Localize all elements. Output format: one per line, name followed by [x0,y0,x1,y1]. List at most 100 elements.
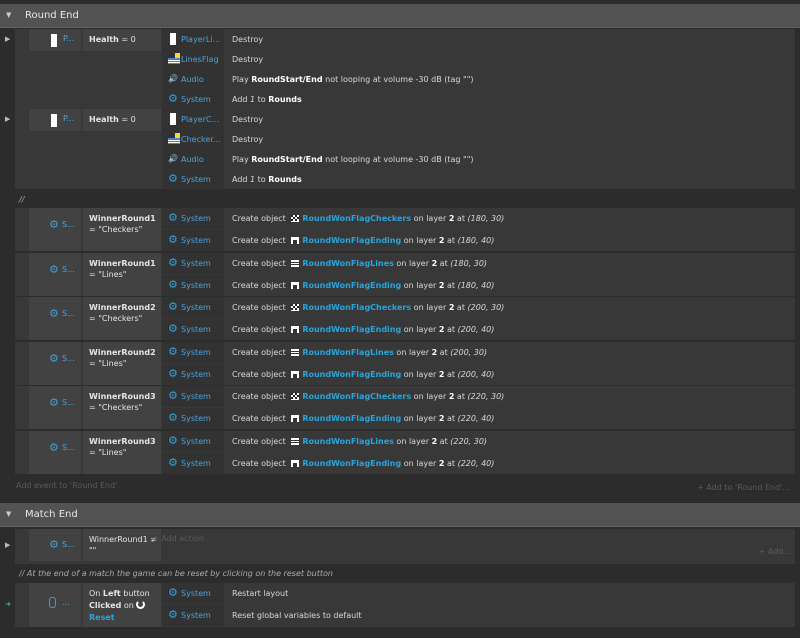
action-object-link[interactable]: RoundWonFlagEnding [302,325,401,334]
action-object[interactable]: Checker... [162,129,224,149]
action-row[interactable]: PlayerC... Destroy [162,109,795,129]
action-text[interactable]: Destroy [232,115,263,124]
condition-cell[interactable]: Health = 0 [83,109,161,131]
action-text[interactable]: Create object RoundWonFlagEnding on laye… [232,325,494,334]
action-row[interactable]: ⚙ System Create object RoundWonFlagLines o… [162,341,795,363]
expand-arrow-icon[interactable]: ▶ [5,541,10,549]
event-block[interactable]: ▶ P... Health = 0 PlayerLi... Destroy LinesFl… [5,29,795,109]
condition-cell[interactable]: WinnerRound2 = "Lines" [83,341,161,385]
condition-cell[interactable]: WinnerRound2 = "Checkers" [83,297,161,340]
action-text[interactable]: Create object RoundWonFlagLines on layer… [232,348,487,357]
action-row[interactable]: ⚙ System Create object RoundWonFlagLines o… [162,252,795,274]
action-object-link[interactable]: RoundWonFlagEnding [302,236,401,245]
event-object-cell[interactable]: ⚙ S... [29,208,81,251]
action-object[interactable]: PlayerC... [162,109,224,129]
event-block[interactable]: ➜... On Left button Clicked on Reset ⚙ Syste… [5,583,795,627]
group-header-match-end[interactable]: ▼ Match End [0,503,800,527]
action-object[interactable]: ⚙ System [162,252,224,274]
action-object[interactable]: ⚙ System [162,408,224,429]
action-text[interactable]: Destroy [232,135,263,144]
action-row[interactable]: ⚙ System Create object RoundWonFlagEnding … [162,319,795,340]
separator-comment[interactable]: // [19,195,24,204]
action-object-link[interactable]: RoundWonFlagLines [302,437,394,446]
event-object-cell[interactable]: ⚙ S... [29,252,81,296]
event-object-cell[interactable]: ⚙ S... [29,386,81,429]
add-to-link[interactable]: + Add to 'Round End'... [697,483,790,492]
action-text[interactable]: Create object RoundWonFlagEnding on laye… [232,236,494,245]
action-object[interactable]: ⚙ System [162,363,224,385]
action-object[interactable]: ⚙ System [162,605,224,626]
action-row[interactable]: ⚙ System Create object RoundWonFlagEnding … [162,408,795,429]
action-object-link[interactable]: RoundWonFlagCheckers [302,214,411,223]
event-block[interactable]: ⚙ S... WinnerRound1 = "Checkers" ⚙ System Crea… [15,208,795,251]
action-text[interactable]: Create object RoundWonFlagEnding on laye… [232,459,494,468]
action-row[interactable]: ⚙ System Add 1 to Rounds [162,89,795,109]
action-object[interactable]: ⚙ System [162,386,224,407]
collapse-arrow-icon[interactable]: ▼ [6,510,11,518]
action-object-link[interactable]: RoundWonFlagCheckers [302,303,411,312]
event-block[interactable]: ⚙ S... WinnerRound3 = "Lines" ⚙ System Create … [15,430,795,474]
event-block[interactable]: ▶ ⚙ S... WinnerRound1 ≠ "" + Add action + Add.… [5,529,795,564]
action-text[interactable]: Create object RoundWonFlagEnding on laye… [232,370,494,379]
action-row[interactable]: ⚙ System Create object RoundWonFlagLines o… [162,430,795,452]
action-text[interactable]: Destroy [232,35,263,44]
action-object[interactable]: 🔊 Audio [162,69,224,89]
action-text[interactable]: Create object RoundWonFlagCheckers on la… [232,392,504,401]
action-row[interactable]: ⚙ System Create object RoundWonFlagEnding … [162,452,795,474]
action-object[interactable]: ⚙ System [162,583,224,604]
action-row[interactable]: ⚙ System Reset global variables to default [162,605,795,626]
action-row[interactable]: ⚙ System Create object RoundWonFlagEnding … [162,274,795,296]
action-object-link[interactable]: RoundWonFlagCheckers [302,392,411,401]
action-object[interactable]: ⚙ System [162,430,224,452]
action-text[interactable]: Create object RoundWonFlagCheckers on la… [232,214,504,223]
condition-cell[interactable]: WinnerRound1 = "Checkers" [83,208,161,251]
collapse-arrow-icon[interactable]: ▼ [6,11,11,19]
action-object[interactable]: LinesFlag [162,49,224,69]
event-object-cell[interactable]: ⚙ S... [29,529,81,561]
condition-cell[interactable]: WinnerRound3 = "Checkers" [83,386,161,429]
action-object[interactable]: ⚙ System [162,230,224,251]
event-block[interactable]: ⚙ S... WinnerRound1 = "Lines" ⚙ System Create … [15,252,795,296]
action-object-link[interactable]: RoundWonFlagEnding [302,414,401,423]
event-object-cell[interactable]: ⚙ S... [29,341,81,385]
action-object[interactable]: ⚙ System [162,208,224,229]
action-object[interactable]: ⚙ System [162,319,224,340]
event-block[interactable]: ⚙ S... WinnerRound2 = "Lines" ⚙ System Create … [15,341,795,385]
condition-cell[interactable]: On Left button Clicked on Reset [83,583,161,627]
action-text[interactable]: Create object RoundWonFlagCheckers on la… [232,303,504,312]
action-row[interactable]: ⚙ System Create object RoundWonFlagEnding … [162,363,795,385]
condition-cell[interactable]: Health = 0 [83,29,161,51]
action-row[interactable]: ⚙ System Create object RoundWonFlagChecker… [162,297,795,318]
action-text[interactable]: Create object RoundWonFlagLines on layer… [232,437,487,446]
action-text[interactable]: Add 1 to Rounds [232,175,302,184]
group-header-round-end[interactable]: ▼ Round End [0,4,800,28]
action-row[interactable]: 🔊 Audio Play RoundStart/End not looping at… [162,69,795,89]
action-row[interactable]: ⚙ System Create object RoundWonFlagEnding … [162,230,795,251]
action-object[interactable]: ⚙ System [162,297,224,318]
action-text[interactable]: Create object RoundWonFlagEnding on laye… [232,414,494,423]
event-object-cell[interactable]: P... [29,109,81,131]
comment[interactable]: // At the end of a match the game can be… [19,569,333,578]
action-text[interactable]: Create object RoundWonFlagLines on layer… [232,259,487,268]
action-row[interactable]: ⚙ System Add 1 to Rounds [162,169,795,189]
action-text[interactable]: Destroy [232,55,263,64]
action-row[interactable]: ⚙ System Create object RoundWonFlagChecker… [162,208,795,229]
action-object-link[interactable]: RoundWonFlagEnding [302,281,401,290]
event-block[interactable]: ⚙ S... WinnerRound3 = "Checkers" ⚙ System Crea… [15,386,795,429]
action-text[interactable]: Create object RoundWonFlagEnding on laye… [232,281,494,290]
condition-cell[interactable]: WinnerRound1 = "Lines" [83,252,161,296]
condition-cell[interactable]: WinnerRound3 = "Lines" [83,430,161,474]
action-text[interactable]: Add 1 to Rounds [232,95,302,104]
action-text[interactable]: Reset global variables to default [232,611,362,620]
action-text[interactable]: Play RoundStart/End not looping at volum… [232,155,474,164]
action-row[interactable]: LinesFlag Destroy [162,49,795,69]
condition-cell[interactable]: WinnerRound1 ≠ "" [83,529,161,561]
event-object-cell[interactable]: ⚙ S... [29,297,81,340]
expand-arrow-icon[interactable]: ▶ [5,115,10,123]
action-object[interactable]: 🔊 Audio [162,149,224,169]
action-object[interactable]: ⚙ System [162,169,224,189]
action-text[interactable]: Play RoundStart/End not looping at volum… [232,75,474,84]
event-block[interactable]: ▶ P... Health = 0 PlayerC... Destroy Checker.… [5,109,795,189]
action-row[interactable]: ⚙ System Restart layout [162,583,795,604]
action-object[interactable]: PlayerLi... [162,29,224,49]
